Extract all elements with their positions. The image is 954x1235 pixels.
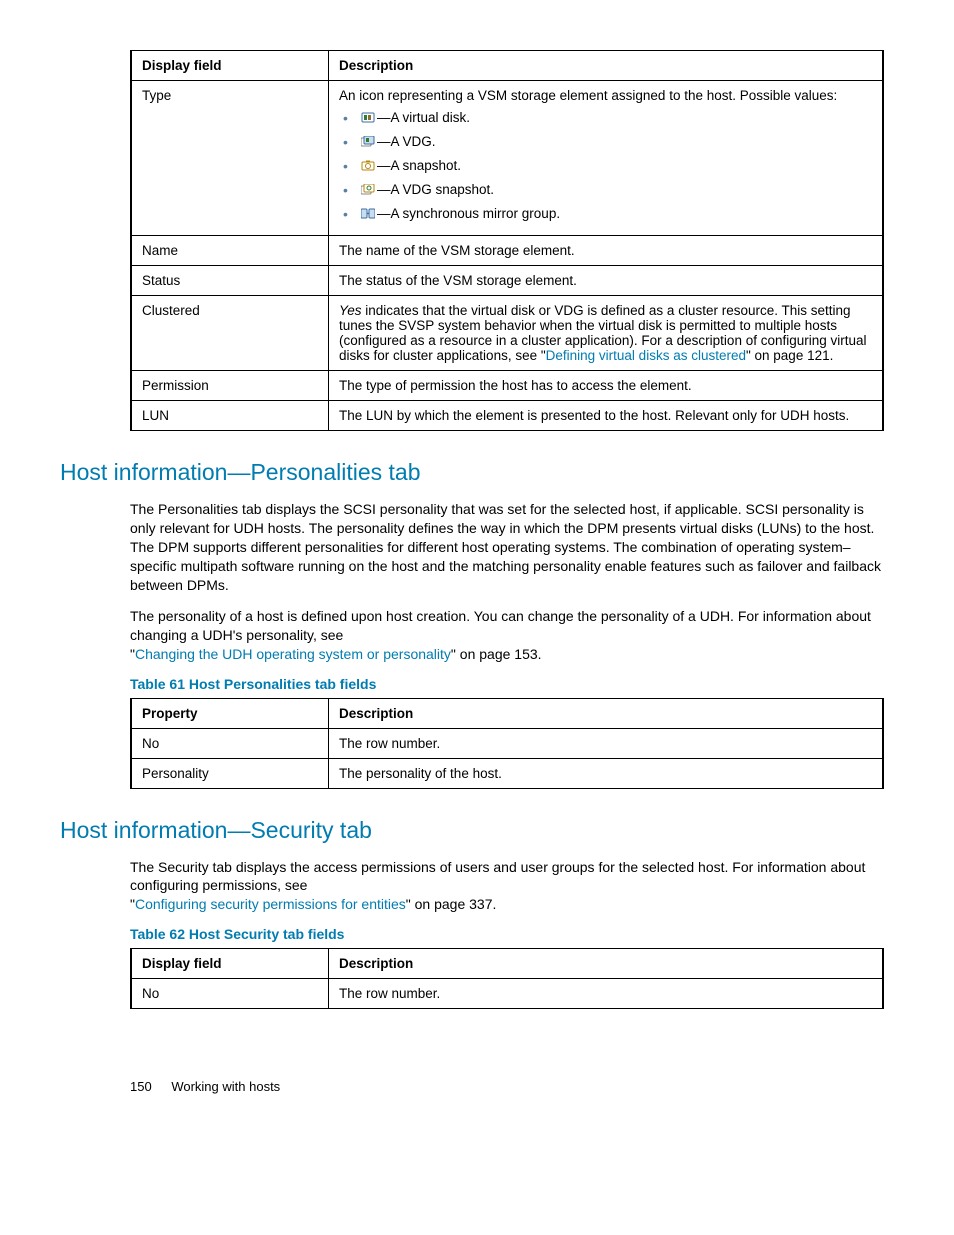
type-intro-text: An icon representing a VSM storage eleme… [339, 88, 837, 103]
page-number: 150 [130, 1079, 152, 1094]
cell-type-label: Type [131, 81, 329, 236]
vdg-label: —A VDG. [377, 134, 436, 149]
cell-clustered-desc: Yes indicates that the virtual disk or V… [329, 296, 884, 371]
table62-caption: Table 62 Host Security tab fields [130, 926, 884, 942]
list-item: —A virtual disk. [343, 109, 872, 128]
security-heading: Host information—Security tab [60, 817, 894, 844]
col-description: Description [329, 949, 884, 979]
table-header-row: Display field Description [131, 51, 883, 81]
sec-para-tail: " on page 337. [406, 896, 497, 912]
snapshot-icon [361, 158, 375, 169]
list-item: —A VDG. [343, 133, 872, 152]
vdg-icon [361, 134, 375, 145]
list-item: —A snapshot. [343, 157, 872, 176]
cell-personality-desc: The personality of the host. [329, 758, 884, 788]
table-row: Permission The type of permission the ho… [131, 371, 883, 401]
para2-lead: The personality of a host is defined upo… [130, 608, 871, 643]
cell-lun-label: LUN [131, 401, 329, 431]
cell-clustered-label: Clustered [131, 296, 329, 371]
security-para1: The Security tab displays the access per… [130, 858, 884, 915]
table-row: Personality The personality of the host. [131, 758, 883, 788]
personalities-table: Property Description No The row number. … [130, 698, 884, 789]
table-row: No The row number. [131, 728, 883, 758]
configuring-security-link[interactable]: Configuring security permissions for ent… [135, 896, 406, 912]
cell-name-desc: The name of the VSM storage element. [329, 236, 884, 266]
cell-permission-desc: The type of permission the host has to a… [329, 371, 884, 401]
cell-type-desc: An icon representing a VSM storage eleme… [329, 81, 884, 236]
table-header-row: Property Description [131, 698, 883, 728]
personalities-para2: The personality of a host is defined upo… [130, 607, 884, 664]
cell-name-label: Name [131, 236, 329, 266]
list-item: —A VDG snapshot. [343, 181, 872, 200]
vdgsnap-label: —A VDG snapshot. [377, 182, 494, 197]
cell-personality-label: Personality [131, 758, 329, 788]
table-row: Status The status of the VSM storage ele… [131, 266, 883, 296]
clustered-yes: Yes [339, 303, 362, 318]
list-item: —A synchronous mirror group. [343, 205, 872, 224]
cell-status-desc: The status of the VSM storage element. [329, 266, 884, 296]
defining-virtual-disks-link[interactable]: Defining virtual disks as clustered [546, 348, 746, 363]
mirror-label: —A synchronous mirror group. [377, 206, 560, 221]
virtual-disk-icon [361, 110, 375, 121]
col-description: Description [329, 698, 884, 728]
cell-no-label: No [131, 728, 329, 758]
col-property: Property [131, 698, 329, 728]
cell-permission-label: Permission [131, 371, 329, 401]
snapshot-label: —A snapshot. [377, 158, 461, 173]
table61-caption: Table 61 Host Personalities tab fields [130, 676, 884, 692]
cell-no-desc: The row number. [329, 728, 884, 758]
mirror-group-icon [361, 206, 375, 217]
cell-no-label: No [131, 979, 329, 1009]
table-row: Clustered Yes indicates that the virtual… [131, 296, 883, 371]
personalities-para1: The Personalities tab displays the SCSI … [130, 500, 884, 594]
table-row: No The row number. [131, 979, 883, 1009]
page-footer: 150 Working with hosts [130, 1079, 884, 1094]
sec-para-lead: The Security tab displays the access per… [130, 859, 865, 894]
personalities-heading: Host information—Personalities tab [60, 459, 894, 486]
table-row: LUN The LUN by which the element is pres… [131, 401, 883, 431]
col-display-field: Display field [131, 949, 329, 979]
type-icon-list: —A virtual disk. —A VDG. —A snapshot. —A… [339, 109, 872, 223]
cell-no-desc: The row number. [329, 979, 884, 1009]
changing-udh-link[interactable]: Changing the UDH operating system or per… [135, 646, 451, 662]
col-description: Description [329, 51, 884, 81]
col-display-field: Display field [131, 51, 329, 81]
vsm-elements-table: Display field Description Type An icon r… [130, 50, 884, 431]
vd-label: —A virtual disk. [377, 110, 470, 125]
security-table: Display field Description No The row num… [130, 948, 884, 1009]
cell-status-label: Status [131, 266, 329, 296]
table-row: Name The name of the VSM storage element… [131, 236, 883, 266]
chapter-title: Working with hosts [171, 1079, 280, 1094]
para2-tail: " on page 153. [451, 646, 542, 662]
table-row: Type An icon representing a VSM storage … [131, 81, 883, 236]
cell-lun-desc: The LUN by which the element is presente… [329, 401, 884, 431]
clustered-tail: " on page 121. [746, 348, 833, 363]
vdg-snapshot-icon [361, 182, 375, 193]
table-header-row: Display field Description [131, 949, 883, 979]
